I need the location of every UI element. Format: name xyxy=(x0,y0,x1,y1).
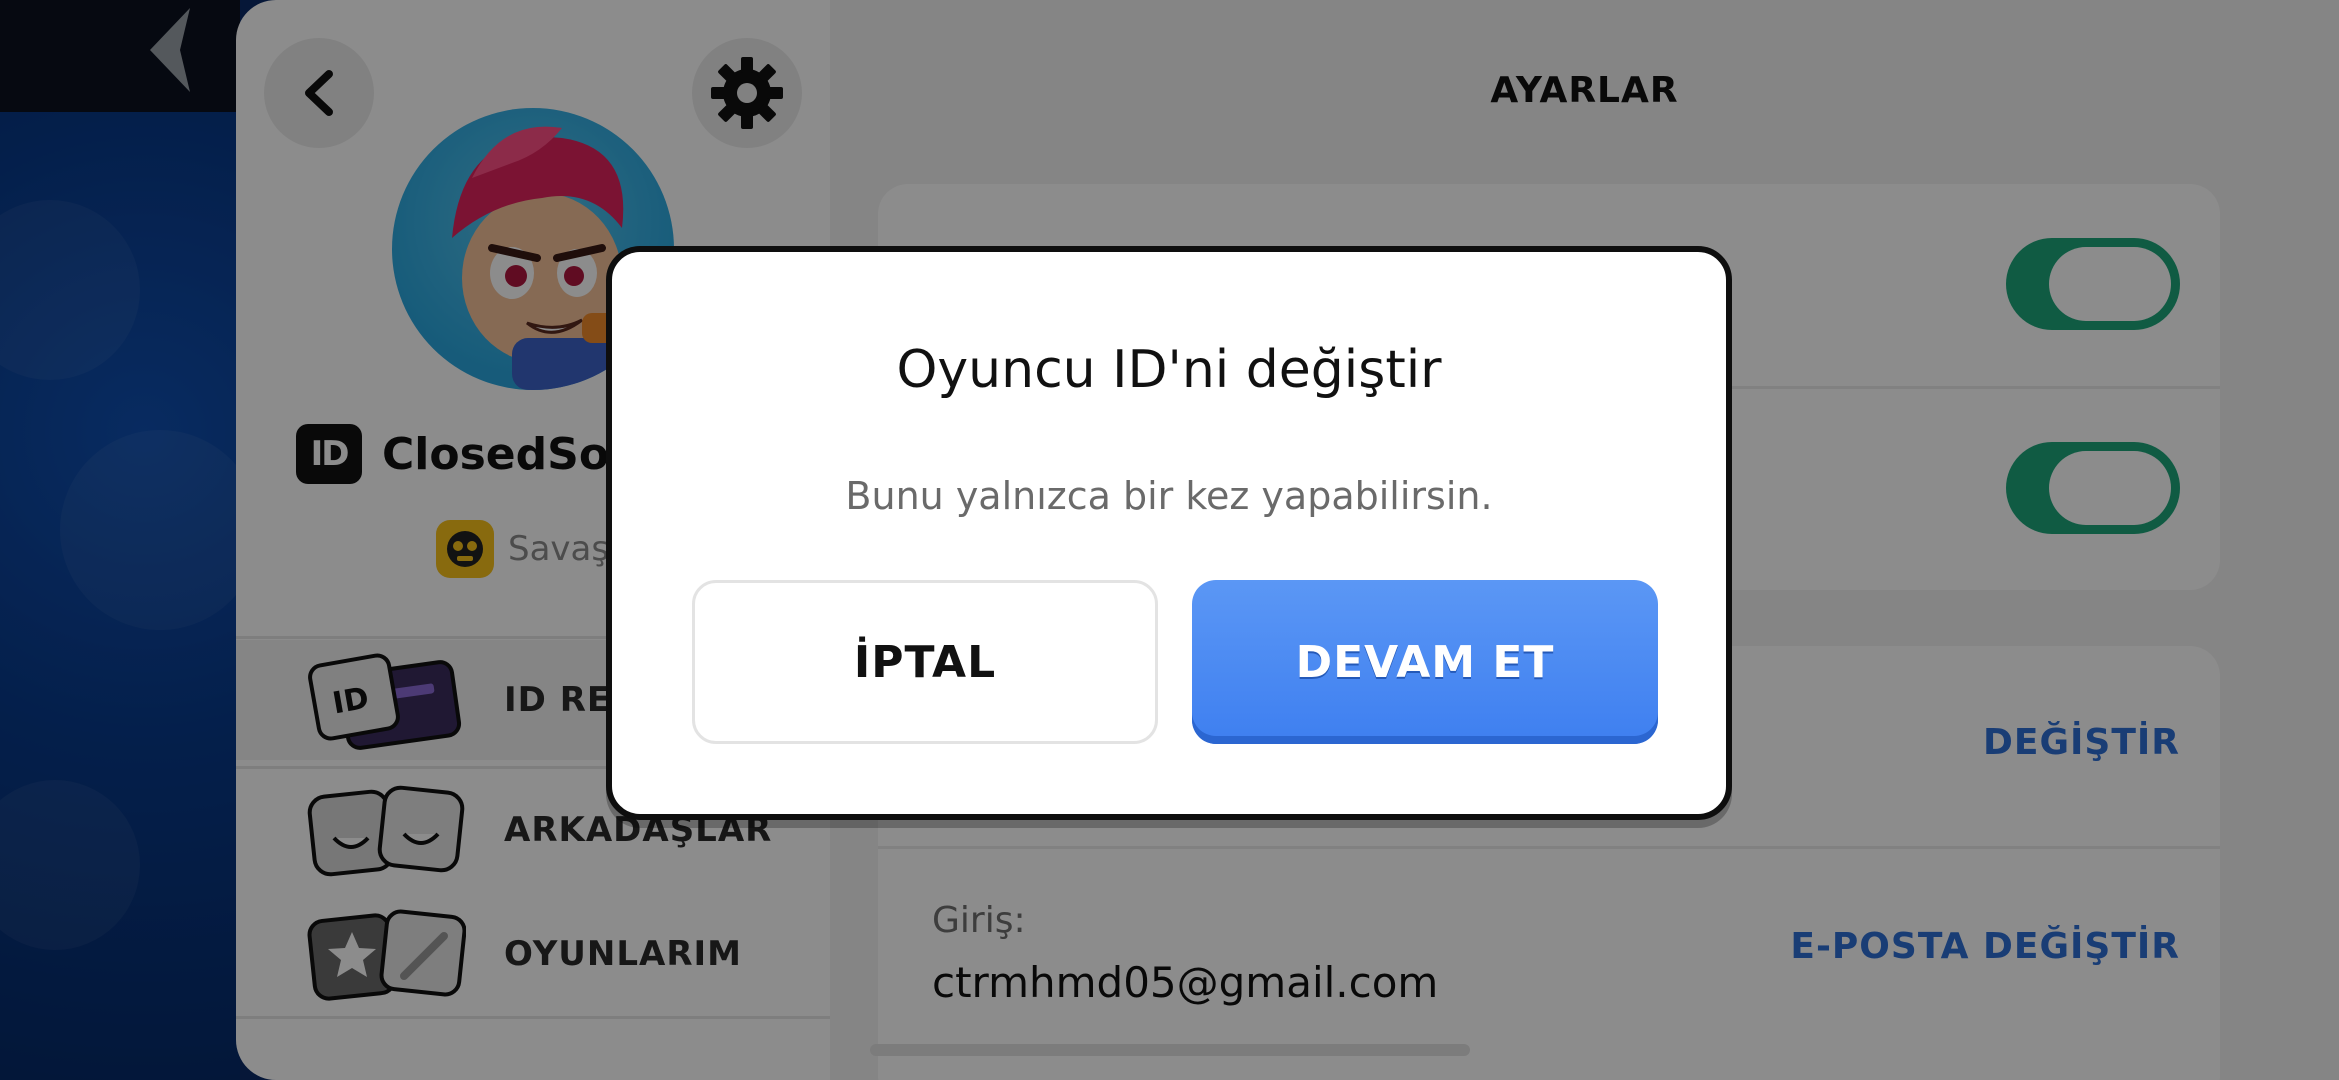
dialog-title: Oyuncu ID'ni değiştir xyxy=(896,340,1442,400)
continue-button[interactable]: DEVAM ET xyxy=(1192,580,1658,744)
change-id-dialog: Oyuncu ID'ni değiştir Bunu yalnızca bir … xyxy=(606,246,1732,820)
cancel-button[interactable]: İPTAL xyxy=(692,580,1158,744)
dialog-message: Bunu yalnızca bir kez yapabilirsin. xyxy=(845,474,1493,518)
